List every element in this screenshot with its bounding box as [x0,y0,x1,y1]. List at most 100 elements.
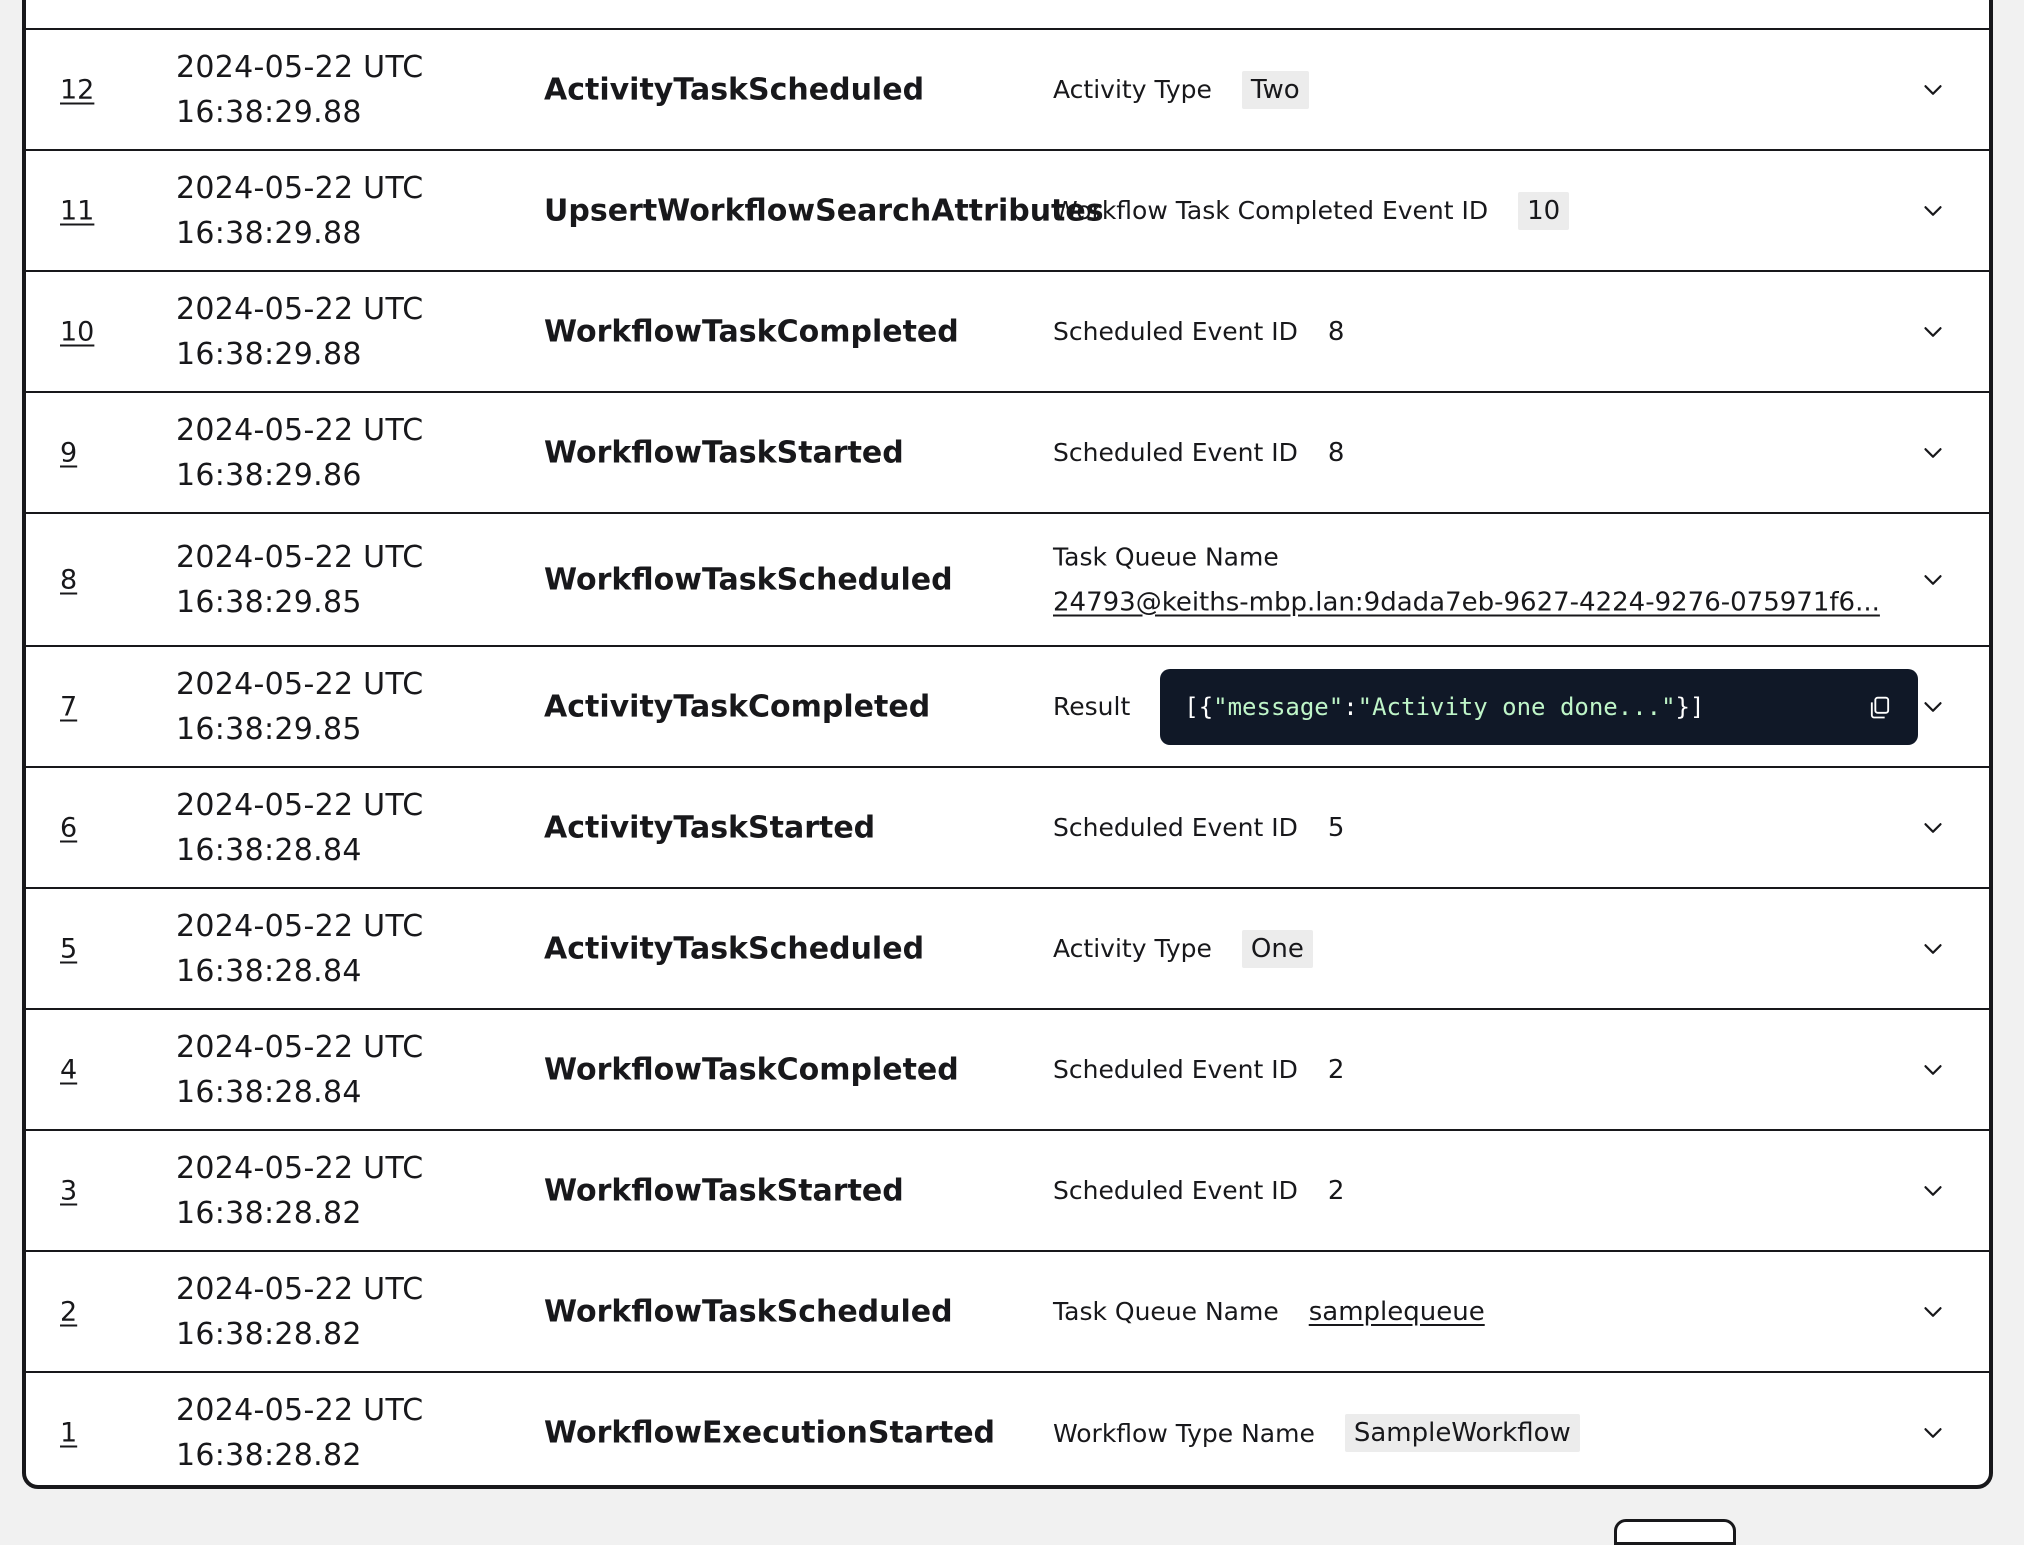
event-date: 2024-05-22 UTC [176,170,424,206]
result-code: [{"message":"Activity one done..."}] [1184,692,1705,721]
detail-label: Activity Type [1053,75,1212,104]
event-type: WorkflowTaskCompleted [544,1052,959,1087]
event-row[interactable]: 9 2024-05-22 UTC 16:38:29.86 WorkflowTaskSt… [26,391,1989,512]
chevron-down-icon[interactable] [1918,813,1948,843]
pagination-button[interactable] [1614,1519,1736,1545]
event-date: 2024-05-22 UTC [176,291,424,327]
event-type: ActivityTaskScheduled [544,931,925,966]
detail-value: 8 [1327,437,1345,468]
event-row[interactable]: 11 2024-05-22 UTC 16:38:29.88 UpsertWorkflo… [26,149,1989,270]
event-type: WorkflowTaskScheduled [544,562,953,597]
event-timestamp: 2024-05-22 UTC 16:38:28.82 [176,1267,424,1357]
event-id-link[interactable]: 2 [60,1296,77,1327]
event-type: UpsertWorkflowSearchAttributes [544,193,1104,228]
event-time: 16:38:28.84 [176,953,362,989]
detail-label: Scheduled Event ID [1053,813,1298,842]
chevron-down-icon[interactable] [1918,934,1948,964]
detail-value-badge: SampleWorkflow [1344,1414,1580,1452]
chevron-down-icon[interactable] [1918,1297,1948,1327]
chevron-down-icon[interactable] [1918,317,1948,347]
chevron-down-icon[interactable] [1918,692,1948,722]
event-time: 16:38:29.85 [176,584,362,620]
event-row[interactable]: 10 2024-05-22 UTC 16:38:29.88 WorkflowTaskC… [26,270,1989,391]
detail-label: Task Queue Name [1053,1297,1279,1326]
event-time: 16:38:29.86 [176,457,362,493]
detail-label: Scheduled Event ID [1053,1176,1298,1205]
event-row[interactable]: 8 2024-05-22 UTC 16:38:29.85 WorkflowTaskSc… [26,512,1989,645]
event-type: ActivityTaskStarted [544,810,876,845]
event-row[interactable]: 4 2024-05-22 UTC 16:38:28.84 WorkflowTaskCo… [26,1008,1989,1129]
event-time: 16:38:28.82 [176,1195,362,1231]
event-row[interactable]: 1 2024-05-22 UTC 16:38:28.82 WorkflowExecut… [26,1371,1989,1485]
event-detail: Workflow Task Completed Event ID 10 [1053,191,1570,230]
event-id-link[interactable]: 6 [60,812,77,843]
event-type: ActivityTaskScheduled [544,72,925,107]
detail-label: Task Queue Name [1053,542,1279,571]
event-id-link[interactable]: 8 [60,564,77,595]
chevron-down-icon[interactable] [1918,1418,1948,1448]
event-id-link[interactable]: 1 [60,1418,77,1449]
detail-label: Workflow Type Name [1053,1418,1315,1448]
chevron-down-icon[interactable] [1918,1055,1948,1085]
event-timestamp: 2024-05-22 UTC 16:38:29.85 [176,535,424,625]
event-detail: Scheduled Event ID 2 [1053,1055,1344,1085]
event-row[interactable]: 2 2024-05-22 UTC 16:38:28.82 WorkflowTaskSc… [26,1250,1989,1371]
event-id-link[interactable]: 11 [60,195,94,226]
event-date: 2024-05-22 UTC [176,787,424,823]
event-date: 2024-05-22 UTC [176,1029,424,1065]
event-row[interactable]: 12 2024-05-22 UTC 16:38:29.88 ActivityTaskS… [26,28,1989,149]
detail-value-badge: One [1241,929,1313,968]
event-timestamp: 2024-05-22 UTC 16:38:29.88 [176,166,424,256]
event-id-link[interactable]: 10 [60,316,94,347]
task-queue-link[interactable]: samplequeue [1309,1297,1485,1327]
event-id-link[interactable]: 3 [60,1175,77,1206]
event-id-link[interactable]: 5 [60,933,77,964]
event-type: WorkflowExecutionStarted [544,1415,996,1451]
detail-label: Scheduled Event ID [1053,1055,1298,1084]
detail-label: Result [1053,692,1131,721]
event-timestamp: 2024-05-22 UTC 16:38:29.86 [176,408,424,498]
event-row[interactable]: 6 2024-05-22 UTC 16:38:28.84 ActivityTaskSt… [26,766,1989,887]
event-date: 2024-05-22 UTC [176,1150,424,1186]
task-queue-link[interactable]: 24793@keiths-mbp.lan:9dada7eb-9627-4224-… [1053,587,1880,617]
event-time: 16:38:28.84 [176,1074,362,1110]
event-time: 16:38:28.84 [176,832,362,868]
event-timestamp: 2024-05-22 UTC 16:38:28.84 [176,783,424,873]
result-code-block: [{"message":"Activity one done..."}] [1160,668,1919,745]
event-timestamp: 2024-05-22 UTC 16:38:28.84 [176,904,424,994]
event-type: WorkflowTaskStarted [544,435,904,470]
event-time: 16:38:29.88 [176,215,362,251]
chevron-down-icon[interactable] [1918,196,1948,226]
event-date: 2024-05-22 UTC [176,412,424,448]
event-row[interactable]: 7 2024-05-22 UTC 16:38:29.85 ActivityTaskCo… [26,645,1989,766]
event-timestamp: 2024-05-22 UTC 16:38:28.82 [176,1388,424,1478]
event-detail: Activity Type Two [1053,70,1309,109]
event-history-table: 12 2024-05-22 UTC 16:38:29.88 ActivityTaskS… [22,0,1993,1489]
detail-label: Activity Type [1053,934,1212,963]
event-row[interactable]: 5 2024-05-22 UTC 16:38:28.84 ActivityTaskSc… [26,887,1989,1008]
event-timestamp: 2024-05-22 UTC 16:38:28.82 [176,1146,424,1236]
copy-icon[interactable] [1866,693,1894,721]
event-id-link[interactable]: 4 [60,1054,77,1085]
event-detail: Task Queue Name 24793@keiths-mbp.lan:9dad… [1053,542,1880,617]
event-row[interactable]: 3 2024-05-22 UTC 16:38:28.82 WorkflowTaskSt… [26,1129,1989,1250]
chevron-down-icon[interactable] [1918,1176,1948,1206]
event-detail: Activity Type One [1053,929,1313,968]
event-timestamp: 2024-05-22 UTC 16:38:29.88 [176,45,424,135]
event-timestamp: 2024-05-22 UTC 16:38:29.88 [176,287,424,377]
chevron-down-icon[interactable] [1918,75,1948,105]
chevron-down-icon[interactable] [1918,565,1948,595]
event-detail: Scheduled Event ID 8 [1053,438,1344,468]
chevron-down-icon[interactable] [1918,438,1948,468]
event-date: 2024-05-22 UTC [176,666,424,702]
event-time: 16:38:28.82 [176,1316,362,1352]
detail-label: Scheduled Event ID [1053,317,1298,346]
event-date: 2024-05-22 UTC [176,1271,424,1307]
event-id-link[interactable]: 12 [60,74,94,105]
event-timestamp: 2024-05-22 UTC 16:38:28.84 [176,1025,424,1115]
event-id-link[interactable]: 9 [60,437,77,468]
detail-value-badge: 10 [1518,191,1570,230]
event-detail: Scheduled Event ID 5 [1053,813,1344,843]
event-detail: Scheduled Event ID 2 [1053,1176,1344,1206]
event-id-link[interactable]: 7 [60,691,77,722]
